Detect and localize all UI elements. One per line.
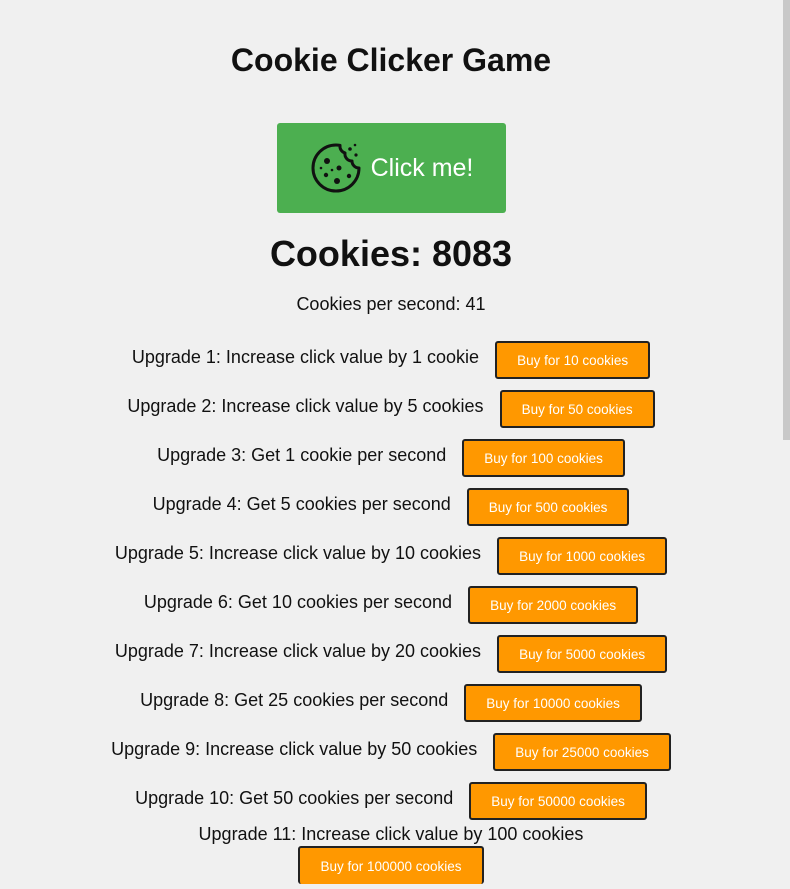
upgrade-label: Upgrade 4: Get 5 cookies per second bbox=[152, 494, 451, 514]
buy-upgrade-10-button[interactable]: Buy for 50000 cookies bbox=[469, 782, 647, 820]
upgrade-label: Upgrade 1: Increase click value by 1 coo… bbox=[131, 347, 480, 367]
upgrade-label: Upgrade 3: Get 1 cookie per second bbox=[157, 445, 447, 465]
upgrade-label: Upgrade 11: Increase click value by 100 … bbox=[198, 824, 584, 844]
buy-upgrade-6-button[interactable]: Buy for 2000 cookies bbox=[468, 586, 639, 624]
game-container: Cookie Clicker Game Click me! Cookies: 8… bbox=[0, 0, 782, 884]
upgrade-label: Upgrade 6: Get 10 cookies per second bbox=[143, 592, 453, 612]
buy-upgrade-8-button[interactable]: Buy for 10000 cookies bbox=[464, 684, 642, 722]
upgrade-row-4: Upgrade 4: Get 5 cookies per second Buy … bbox=[0, 488, 782, 537]
upgrade-row-7: Upgrade 7: Increase click value by 20 co… bbox=[0, 635, 782, 684]
buy-upgrade-3-button[interactable]: Buy for 100 cookies bbox=[462, 439, 625, 477]
scrollbar-thumb[interactable] bbox=[783, 0, 790, 440]
upgrade-list: Upgrade 1: Increase click value by 1 coo… bbox=[0, 341, 782, 884]
upgrade-label: Upgrade 2: Increase click value by 5 coo… bbox=[127, 396, 484, 416]
cookies-per-second: Cookies per second: 41 bbox=[296, 294, 486, 314]
page: Cookie Clicker Game Click me! Cookies: 8… bbox=[0, 0, 790, 889]
upgrade-row-2: Upgrade 2: Increase click value by 5 coo… bbox=[0, 390, 782, 439]
upgrade-label: Upgrade 5: Increase click value by 10 co… bbox=[114, 543, 482, 563]
upgrade-row-11: Upgrade 11: Increase click value by 100 … bbox=[0, 823, 782, 884]
buy-upgrade-7-button[interactable]: Buy for 5000 cookies bbox=[497, 635, 668, 673]
buy-upgrade-11-button[interactable]: Buy for 100000 cookies bbox=[298, 846, 484, 884]
upgrade-row-5: Upgrade 5: Increase click value by 10 co… bbox=[0, 537, 782, 586]
scrollbar[interactable] bbox=[782, 0, 790, 889]
upgrade-row-3: Upgrade 3: Get 1 cookie per second Buy f… bbox=[0, 439, 782, 488]
upgrade-label: Upgrade 9: Increase click value by 50 co… bbox=[111, 739, 478, 759]
upgrade-row-6: Upgrade 6: Get 10 cookies per second Buy… bbox=[0, 586, 782, 635]
buy-upgrade-2-button[interactable]: Buy for 50 cookies bbox=[499, 390, 655, 428]
upgrade-label: Upgrade 8: Get 25 cookies per second bbox=[140, 690, 449, 710]
buy-upgrade-4-button[interactable]: Buy for 500 cookies bbox=[466, 488, 630, 526]
upgrade-row-1: Upgrade 1: Increase click value by 1 coo… bbox=[0, 341, 782, 390]
page-title: Cookie Clicker Game bbox=[230, 42, 552, 78]
buy-upgrade-9-button[interactable]: Buy for 25000 cookies bbox=[493, 733, 671, 771]
buy-upgrade-1-button[interactable]: Buy for 10 cookies bbox=[495, 341, 651, 379]
cookie-icon bbox=[311, 143, 361, 193]
upgrade-row-8: Upgrade 8: Get 25 cookies per second Buy… bbox=[0, 684, 782, 733]
upgrade-label: Upgrade 7: Increase click value by 20 co… bbox=[114, 641, 482, 661]
click-me-label: Click me! bbox=[370, 153, 474, 182]
upgrade-row-9: Upgrade 9: Increase click value by 50 co… bbox=[0, 733, 782, 782]
cookie-count: Cookies: 8083 bbox=[269, 233, 513, 274]
buy-upgrade-5-button[interactable]: Buy for 1000 cookies bbox=[497, 537, 668, 575]
upgrade-label: Upgrade 10: Get 50 cookies per second bbox=[135, 788, 454, 808]
click-me-button[interactable]: Click me! bbox=[276, 123, 506, 213]
